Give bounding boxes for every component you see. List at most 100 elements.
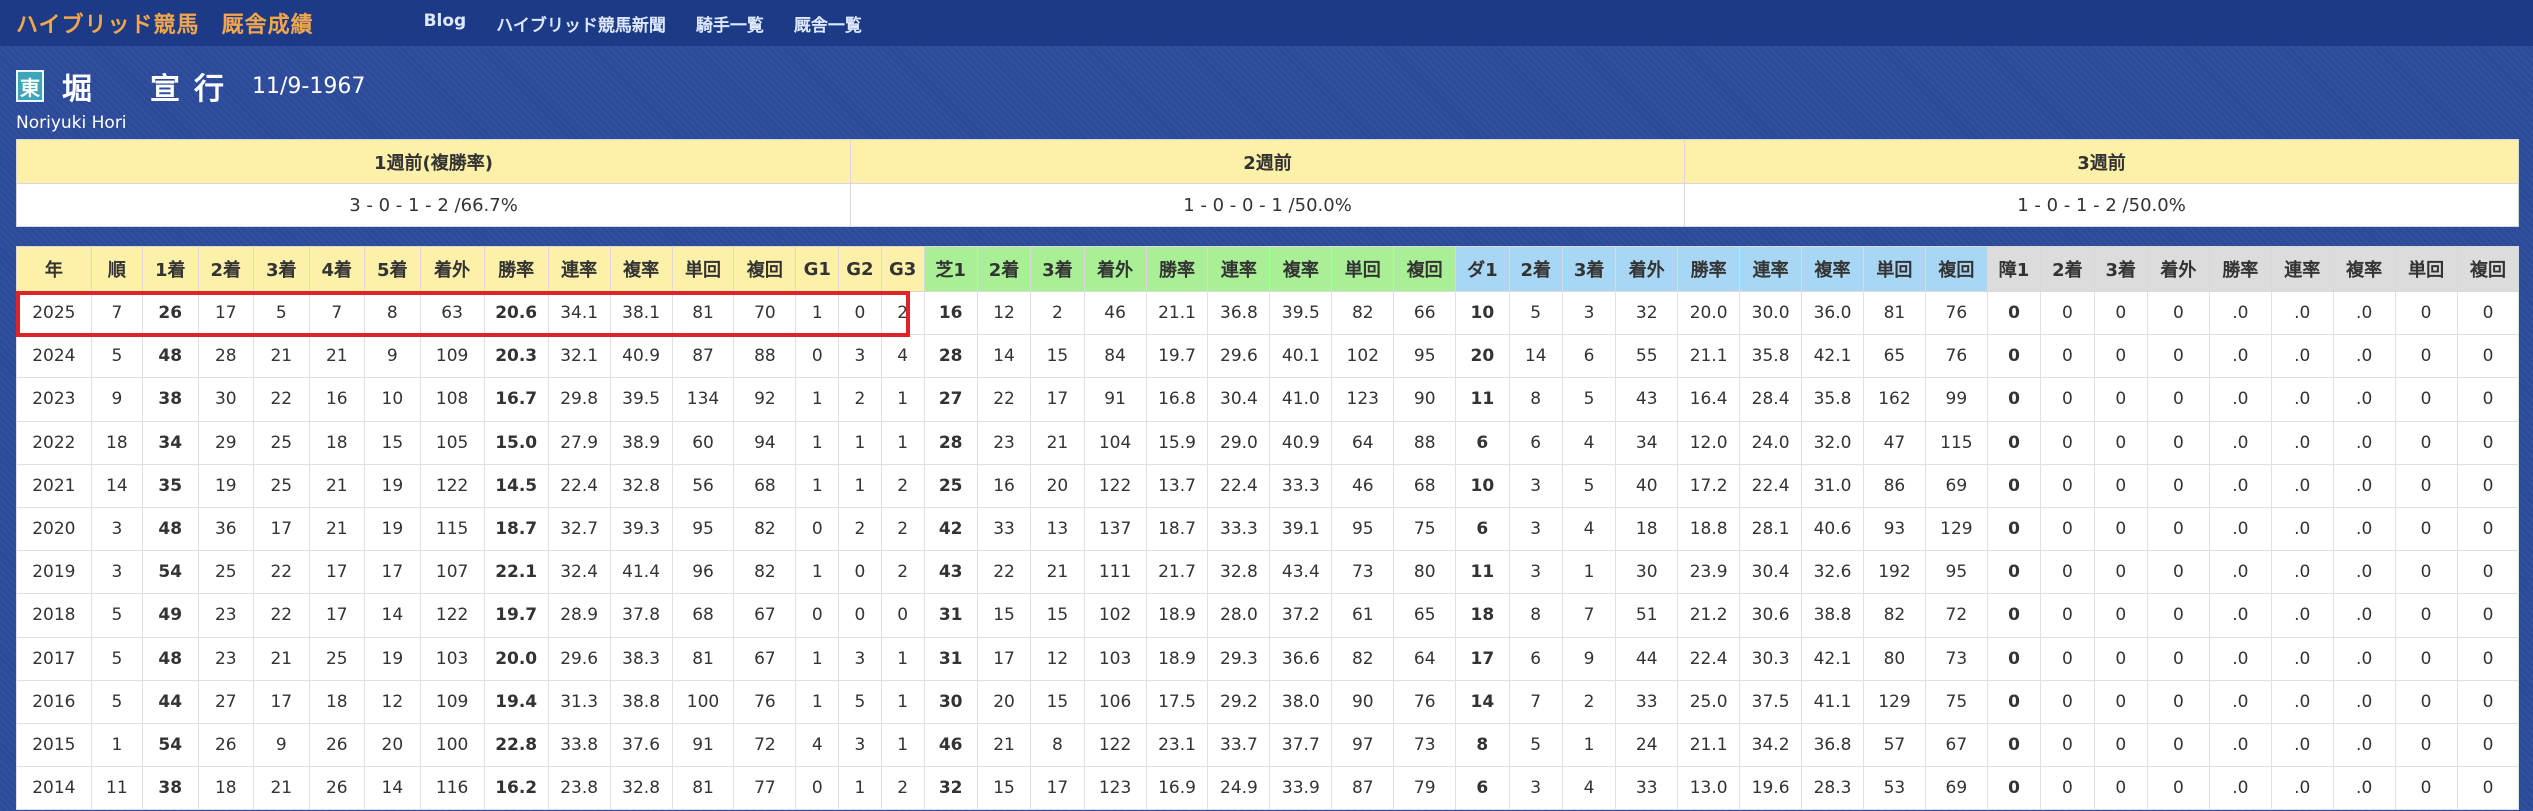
stats-cell: 103 bbox=[419, 636, 485, 681]
stats-col-header[interactable]: 複回 bbox=[733, 246, 797, 292]
stats-cell: 37.7 bbox=[1269, 722, 1333, 768]
nav-link-blog[interactable]: Blog bbox=[424, 11, 467, 36]
stats-cell: 33 bbox=[1615, 766, 1679, 811]
stats-col-header[interactable]: 複回 bbox=[1393, 246, 1457, 292]
stats-cell: 63 bbox=[419, 290, 485, 336]
stats-cell: 38.9 bbox=[609, 420, 673, 465]
stats-cell: 72 bbox=[1924, 593, 1988, 638]
stats-cell: 42.1 bbox=[1801, 636, 1864, 681]
stats-cell: 21 bbox=[308, 334, 366, 379]
stats-cell: 43 bbox=[1615, 377, 1679, 422]
stats-col-header[interactable]: 単回 bbox=[2394, 246, 2458, 292]
stats-cell: 86 bbox=[1862, 463, 1926, 508]
stats-col-header[interactable]: 順 bbox=[90, 246, 144, 292]
stats-col-header[interactable]: 複回 bbox=[2456, 246, 2520, 292]
stats-cell: 21 bbox=[253, 636, 310, 681]
stats-cell: 15 bbox=[1030, 679, 1085, 724]
stats-col-header[interactable]: 着外 bbox=[1083, 246, 1147, 292]
stats-cell: 31.3 bbox=[547, 679, 611, 724]
table-row: 2025 7 26 17 5 7 8 63 20.6 34.1 38.1 81 70 1 0 2 16 12 2 46… bbox=[16, 290, 2520, 336]
stats-cell: 37.6 bbox=[609, 722, 673, 768]
nav-link-jockeys[interactable]: 騎手一覧 bbox=[696, 11, 764, 36]
stats-cell: 99 bbox=[1924, 377, 1988, 422]
stats-col-header[interactable]: G2 bbox=[838, 246, 882, 292]
stats-cell: 3 bbox=[90, 506, 144, 552]
stats-cell: 27.9 bbox=[547, 420, 611, 465]
stats-cell: 23.1 bbox=[1145, 722, 1209, 768]
nav-link-newspaper[interactable]: ハイブリッド競馬新聞 bbox=[496, 11, 666, 36]
stats-header-row: 年順 1着 2着 3着 4着 5着 着外 勝率 連率 複率 単回 複回 G1 G2 G3 芝1 2着 3着 着外 勝率… bbox=[16, 246, 2520, 292]
top-nav-bar: ハイブリッド競馬 厩舎成績 Blog ハイブリッド競馬新聞 騎手一覧 厩舎一覧 bbox=[0, 0, 2533, 46]
stats-col-header[interactable]: 3着 bbox=[2093, 246, 2148, 292]
stats-col-header[interactable]: 勝率 bbox=[1145, 246, 1209, 292]
stats-cell: 10 bbox=[1455, 290, 1510, 336]
stats-col-header[interactable]: G3 bbox=[880, 246, 925, 292]
stats-col-header[interactable]: 連率 bbox=[1207, 246, 1271, 292]
stats-col-header[interactable]: 5着 bbox=[364, 246, 421, 292]
stats-col-header[interactable]: 2着 bbox=[1508, 246, 1563, 292]
stats-col-header[interactable]: 単回 bbox=[1331, 246, 1395, 292]
stats-cell: 73 bbox=[1331, 550, 1395, 595]
stats-cell: 1 bbox=[795, 636, 840, 681]
site-section-title[interactable]: 厩舎成績 bbox=[222, 7, 314, 39]
stats-col-header[interactable]: 障1 bbox=[1986, 246, 2042, 292]
stats-cell: 42.1 bbox=[1801, 334, 1864, 379]
stats-cell: .0 bbox=[2332, 550, 2396, 595]
stats-col-header[interactable]: 単回 bbox=[671, 246, 735, 292]
stats-cell: 28.3 bbox=[1801, 766, 1864, 811]
stats-col-header[interactable]: G1 bbox=[795, 246, 840, 292]
table-row: 2018 5 49 23 22 17 14 122 19.7 28.9 37.8 68 67 0 0 0 31 1… bbox=[16, 593, 2520, 638]
stats-cell: 24.0 bbox=[1739, 420, 1803, 465]
stats-col-header[interactable]: 着外 bbox=[2146, 246, 2210, 292]
stats-cell: 102 bbox=[1331, 334, 1395, 379]
site-brand[interactable]: ハイブリッド競馬 bbox=[16, 7, 200, 39]
stats-cell: 21 bbox=[308, 463, 366, 508]
stats-col-header[interactable]: 2着 bbox=[197, 246, 255, 292]
stats-col-header[interactable]: 勝率 bbox=[1677, 246, 1741, 292]
stats-cell: 15 bbox=[1030, 593, 1085, 638]
stats-col-header[interactable]: 3着 bbox=[1030, 246, 1085, 292]
stats-cell: 36.8 bbox=[1801, 722, 1864, 768]
stats-cell: 25 bbox=[253, 420, 310, 465]
stats-col-header[interactable]: 勝率 bbox=[2208, 246, 2272, 292]
stats-cell: 5 bbox=[1561, 377, 1617, 422]
stats-col-header[interactable]: 連率 bbox=[547, 246, 611, 292]
stats-cell: 28 bbox=[197, 334, 255, 379]
stats-col-header[interactable]: 複回 bbox=[1924, 246, 1988, 292]
stats-col-header[interactable]: 複率 bbox=[609, 246, 673, 292]
nav-link-stables[interactable]: 厩舎一覧 bbox=[794, 11, 862, 36]
stats-cell: 0 bbox=[2146, 722, 2210, 768]
stats-col-header[interactable]: 単回 bbox=[1862, 246, 1926, 292]
stats-cell: 64 bbox=[1393, 636, 1457, 681]
stats-col-header[interactable]: 4着 bbox=[308, 246, 366, 292]
stats-col-header[interactable]: 複率 bbox=[2332, 246, 2396, 292]
stats-cell: 0 bbox=[2146, 334, 2210, 379]
stats-cell: 23.8 bbox=[547, 766, 611, 811]
stats-cell: 0 bbox=[2456, 463, 2520, 508]
stats-cell: 81 bbox=[671, 290, 735, 336]
stats-col-header[interactable]: 勝率 bbox=[483, 246, 549, 292]
stats-col-header[interactable]: 3着 bbox=[1561, 246, 1617, 292]
stats-col-header[interactable]: 2着 bbox=[976, 246, 1032, 292]
stats-col-header[interactable]: 複率 bbox=[1269, 246, 1333, 292]
stats-cell: 75 bbox=[1393, 506, 1457, 552]
stats-col-header[interactable]: 芝1 bbox=[923, 246, 978, 292]
stats-col-header[interactable]: 連率 bbox=[1739, 246, 1803, 292]
stats-cell: 19 bbox=[364, 506, 421, 552]
stats-cell: 122 bbox=[1083, 463, 1147, 508]
stats-col-header[interactable]: 3着 bbox=[253, 246, 310, 292]
stats-cell: 0 bbox=[2394, 766, 2458, 811]
stats-cell: 0 bbox=[2146, 593, 2210, 638]
stats-col-header[interactable]: ダ1 bbox=[1455, 246, 1510, 292]
stats-cell: 18 bbox=[308, 679, 366, 724]
stats-col-header[interactable]: 複率 bbox=[1801, 246, 1864, 292]
stats-col-header[interactable]: 1着 bbox=[142, 246, 199, 292]
stats-cell: 0 bbox=[2456, 722, 2520, 768]
stats-col-header[interactable]: 着外 bbox=[1615, 246, 1679, 292]
stats-col-header[interactable]: 連率 bbox=[2270, 246, 2334, 292]
stats-cell: 13 bbox=[1030, 506, 1085, 552]
stats-col-header[interactable]: 着外 bbox=[419, 246, 485, 292]
stats-col-header[interactable]: 2着 bbox=[2040, 246, 2095, 292]
stats-cell: 14 bbox=[90, 463, 144, 508]
stats-col-header[interactable]: 年 bbox=[16, 246, 92, 292]
